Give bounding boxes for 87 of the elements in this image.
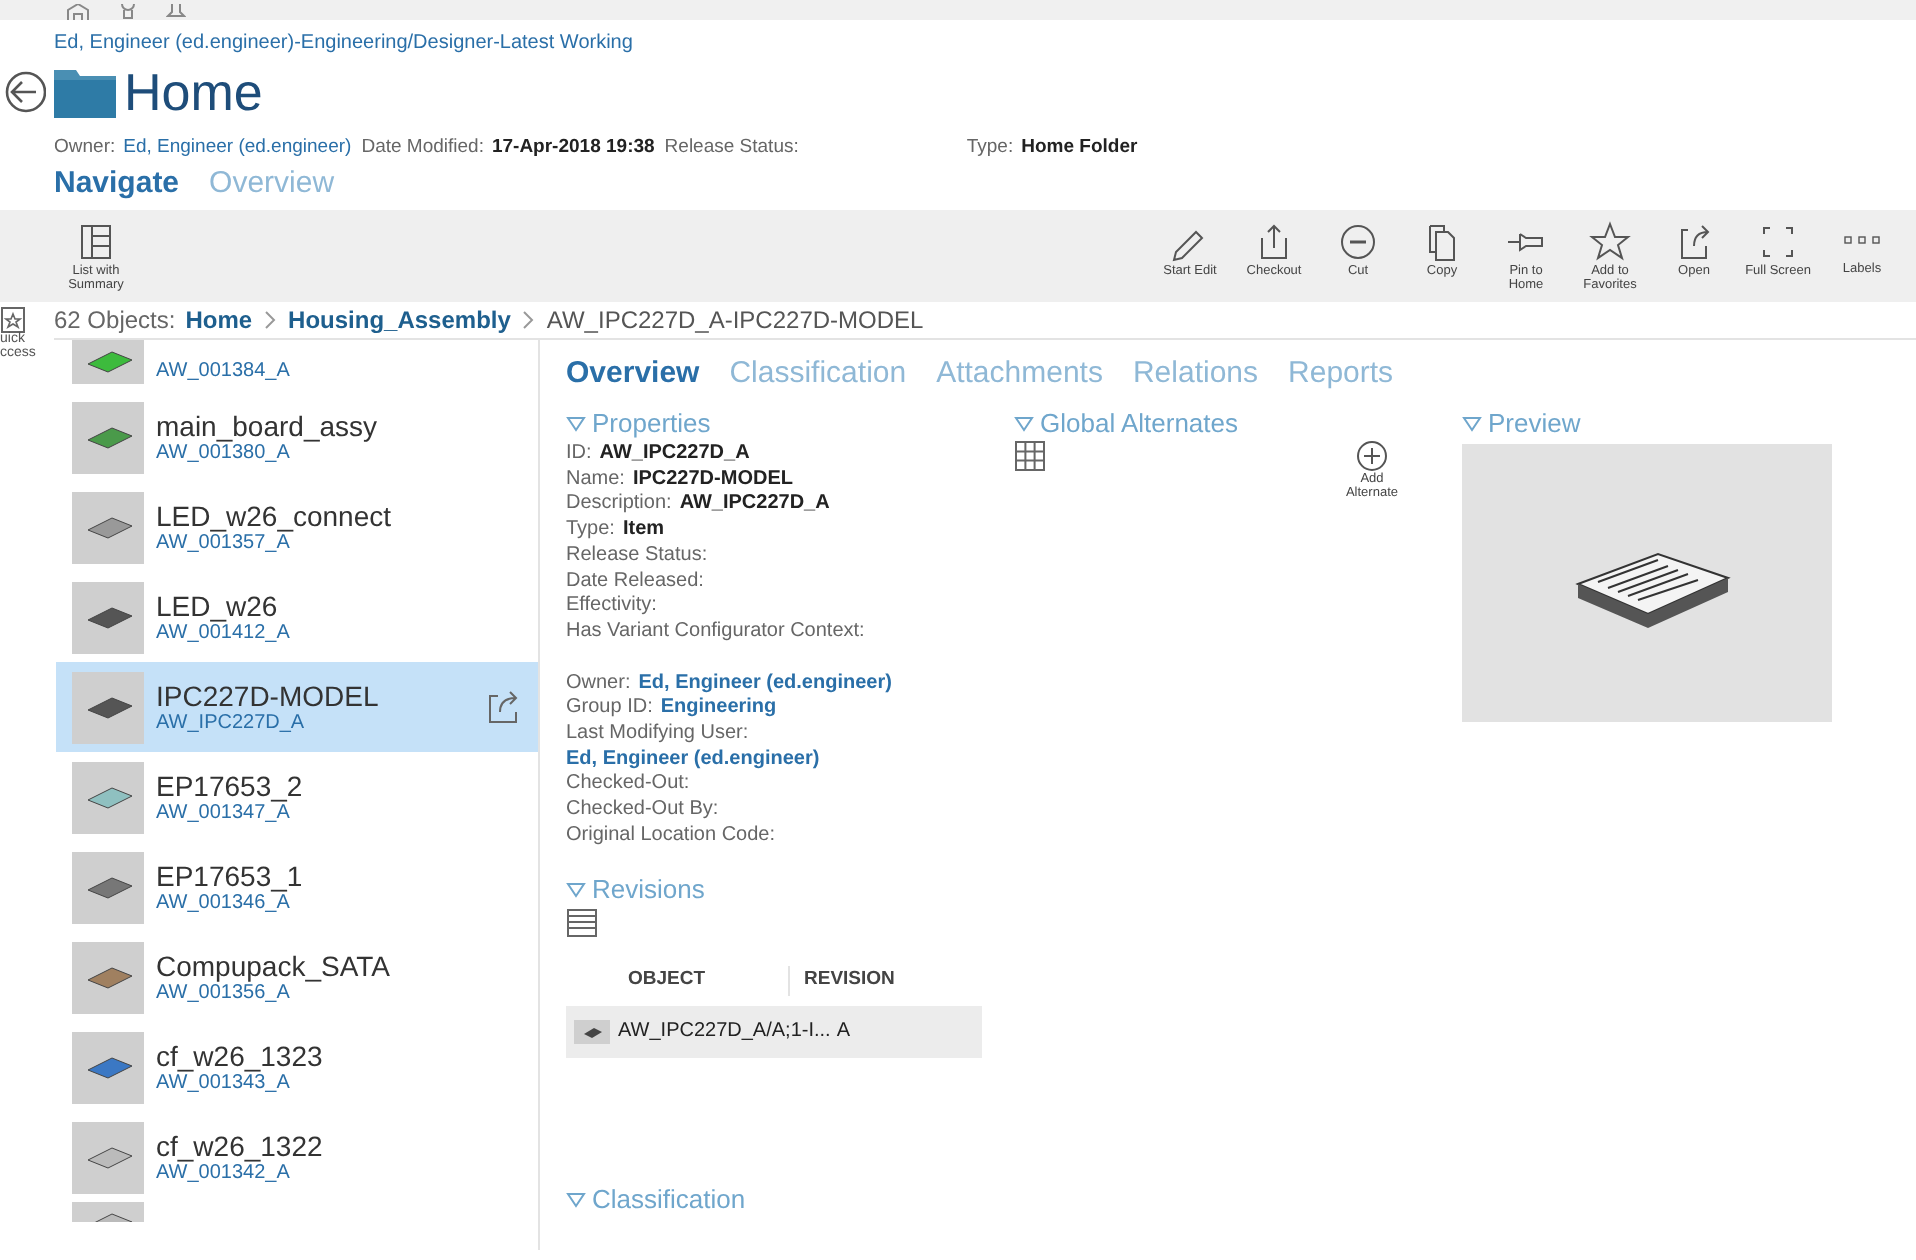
property-label: Type: xyxy=(566,518,615,541)
property-label: Has Variant Configurator Context: xyxy=(566,619,865,642)
property-label: Description: xyxy=(566,492,672,515)
plus-circle-icon xyxy=(1355,440,1388,472)
triangle-down-icon[interactable] xyxy=(566,1191,586,1208)
property-label: Original Location Code: xyxy=(566,823,776,846)
property-label: Owner: xyxy=(566,671,631,694)
property-label: ID: xyxy=(566,442,592,464)
meta-value[interactable]: Ed, Engineer (ed.engineer) xyxy=(123,134,352,162)
object-list-item[interactable]: cf_w26_1323 AW_001343_A xyxy=(56,1022,538,1112)
property-label: Name: xyxy=(566,467,625,490)
property-label: Effectivity: xyxy=(566,594,657,617)
object-id: AW_001357_A xyxy=(156,531,290,555)
object-name: IPC227D-MODEL xyxy=(156,679,381,711)
property-label: Checked-Out By: xyxy=(566,798,719,821)
table-cell-text: A xyxy=(836,1018,851,1047)
folder-icon xyxy=(54,66,116,118)
home-icon[interactable] xyxy=(66,4,90,20)
object-id: AW_001346_A xyxy=(156,891,290,915)
object-list-item[interactable]: LED_w26_connect AW_001357_A xyxy=(56,482,538,572)
object-name: EP17653_1 xyxy=(156,859,305,891)
property-value: AW_IPC227D_A xyxy=(679,492,830,515)
object-id: AW_001347_A xyxy=(156,801,290,825)
object-id: AW_001412_A xyxy=(156,621,292,645)
object-id: AW_IPC227D_A xyxy=(156,711,307,735)
property-label: Group ID: xyxy=(566,696,653,719)
breadcrumb-current: AW_IPC227D_A-IPC227D-MODEL xyxy=(546,304,924,338)
column-header[interactable]: REVISION xyxy=(788,966,895,996)
object-name: cf_w26_1322 xyxy=(156,1129,325,1161)
meta-value: Home Folder xyxy=(1021,134,1138,162)
property-value: Item xyxy=(622,518,665,541)
object-list-item[interactable]: AW_001384_A xyxy=(56,340,538,392)
object-id: AW_001343_A xyxy=(156,1071,290,1095)
object-name: cf_w26_1323 xyxy=(156,1039,325,1071)
property-value[interactable]: Ed, Engineer (ed.engineer) xyxy=(638,671,892,694)
minus-circle-icon xyxy=(1336,220,1380,264)
meta-label: Owner: xyxy=(54,134,116,162)
property-value[interactable]: Engineering xyxy=(660,696,777,719)
property-value[interactable]: Ed, Engineer (ed.engineer) xyxy=(566,747,1014,773)
page-title: Home xyxy=(124,62,263,122)
meta-value: 17-Apr-2018 19:38 xyxy=(491,134,655,162)
table-row[interactable]: AW_IPC227D_A/A;1-I... A xyxy=(566,1005,982,1058)
star-icon xyxy=(1588,220,1632,264)
property-label: Release Status: xyxy=(566,543,708,566)
back-arrow-icon[interactable] xyxy=(2,70,46,114)
table-cell-text: AW_IPC227D_A/A;1-I... xyxy=(618,1018,831,1047)
dots-icon xyxy=(1844,236,1880,246)
meta-label: Date Modified: xyxy=(361,134,484,162)
triangle-down-icon[interactable] xyxy=(1462,416,1482,432)
object-list-item[interactable]: main_board_assy AW_001380_A xyxy=(56,392,538,482)
breadcrumb-link[interactable]: Housing_Assembly xyxy=(288,302,511,338)
triangle-down-icon[interactable] xyxy=(566,416,586,432)
object-list-item[interactable]: EP17653_1 AW_001346_A xyxy=(56,842,538,932)
object-name: LED_w26 xyxy=(156,589,280,621)
object-id: AW_001384_A xyxy=(156,360,292,384)
object-name: EP17653_2 xyxy=(156,769,305,801)
object-name: LED_w26_connect xyxy=(156,499,394,531)
property-label: Date Released: xyxy=(566,569,704,592)
property-label: Checked-Out: xyxy=(566,772,690,795)
breadcrumb-link[interactable]: Home xyxy=(185,302,253,338)
object-name: main_board_assy xyxy=(156,409,380,441)
object-list-item[interactable]: EP17653_2 AW_001347_A xyxy=(56,752,538,842)
object-count: 62 Objects: xyxy=(54,304,176,338)
meta-label: Release Status: xyxy=(664,134,799,162)
detail-tab[interactable]: Overview xyxy=(566,352,700,398)
object-name: Compupack_SATA xyxy=(156,949,392,981)
triangle-down-icon[interactable] xyxy=(1014,416,1034,432)
object-list-item[interactable]: IPC227D-MODEL AW_IPC227D_A xyxy=(56,662,538,752)
property-label: Last Modifying User: xyxy=(566,722,749,745)
object-id: AW_001380_A xyxy=(156,441,290,465)
property-value: IPC227D-MODEL xyxy=(632,467,793,490)
open-arrow-icon[interactable] xyxy=(486,689,522,725)
property-value: AW_IPC227D_A xyxy=(599,442,750,464)
part-thumbnail-icon xyxy=(574,1019,610,1044)
object-id: AW_001342_A xyxy=(156,1161,290,1185)
object-list-item[interactable]: Compupack_SATA AW_001356_A xyxy=(56,932,538,1022)
column-header[interactable]: OBJECT xyxy=(566,966,788,996)
object-list-item[interactable]: LED_w26 AW_001412_A xyxy=(56,572,538,662)
object-list-item[interactable]: cf_w26_1322 AW_001342_A xyxy=(56,1112,538,1202)
page-tab[interactable]: Navigate xyxy=(54,166,180,202)
quick-access-icon[interactable] xyxy=(0,306,28,334)
list-view-icon[interactable] xyxy=(566,905,598,938)
triangle-down-icon[interactable] xyxy=(566,881,586,898)
context-line[interactable]: Ed, Engineer (ed.engineer)-Engineering/Designer-Latest Working xyxy=(54,30,1916,58)
meta-label: Type: xyxy=(966,134,1014,162)
table-grid-icon[interactable] xyxy=(1014,440,1046,472)
object-id: AW_001356_A xyxy=(156,981,290,1005)
